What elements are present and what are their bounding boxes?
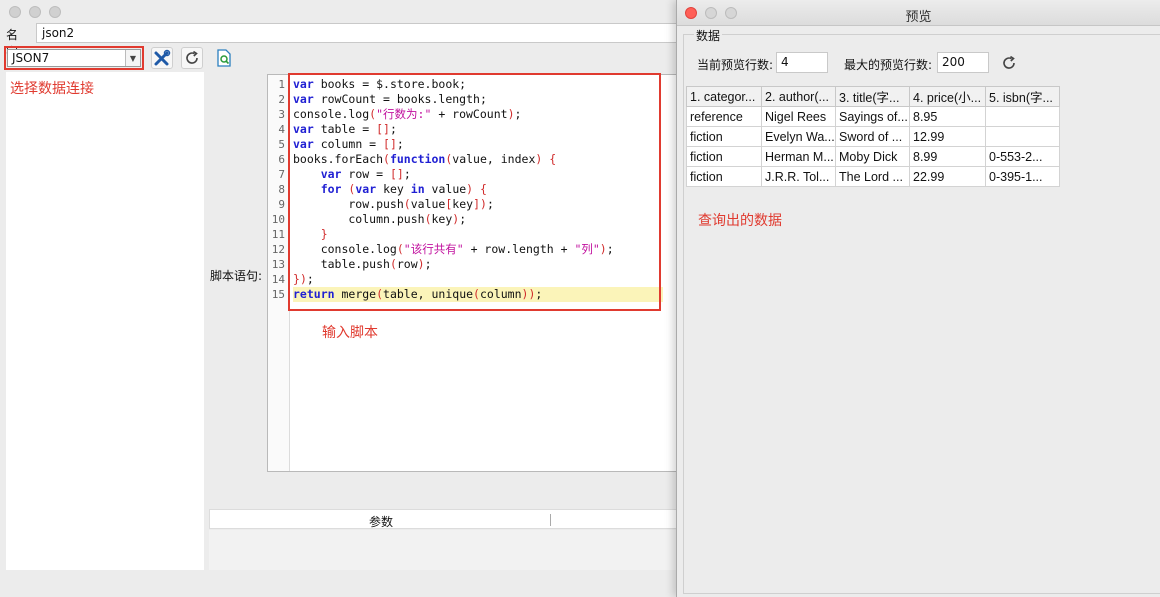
- line-number: 5: [278, 138, 285, 151]
- line-number: 13: [271, 258, 285, 271]
- line-number: 3: [278, 108, 285, 121]
- line-number: 12: [271, 243, 285, 256]
- params-table-body: [209, 530, 679, 570]
- chevron-down-icon[interactable]: ▼: [125, 50, 140, 66]
- connection-select-value: JSON7: [12, 51, 50, 65]
- refresh-preview-button[interactable]: [999, 53, 1019, 73]
- table-row[interactable]: fiction J.R.R. Tol... The Lord ... 22.99 0-3…: [686, 166, 1060, 187]
- window-zoom-button[interactable]: [49, 6, 61, 18]
- table-cell[interactable]: Evelyn Wa...: [761, 126, 836, 147]
- column-header[interactable]: 4. price(小...: [909, 86, 986, 107]
- table-cell[interactable]: Sayings of...: [835, 106, 910, 127]
- table-header-row: 1. categor... 2. author(... 3. title(字... 4…: [686, 86, 1060, 107]
- refresh-connection-button[interactable]: [181, 47, 203, 69]
- line-number: 15: [271, 288, 285, 301]
- table-cell[interactable]: 8.95: [909, 106, 986, 127]
- current-rows-label: 当前预览行数:: [697, 58, 774, 72]
- table-body: reference Nigel Rees Sayings of... 8.95 fict…: [686, 106, 1060, 187]
- window-minimize-button[interactable]: [29, 6, 41, 18]
- params-table-header: 参数: [209, 509, 679, 529]
- table-cell[interactable]: 0-395-1...: [985, 166, 1060, 187]
- table-cell[interactable]: J.R.R. Tol...: [761, 166, 836, 187]
- connection-panel: [6, 72, 204, 570]
- column-header[interactable]: 2. author(...: [761, 86, 836, 107]
- column-divider[interactable]: [550, 514, 551, 526]
- table-cell[interactable]: fiction: [686, 166, 762, 187]
- table-cell[interactable]: Moby Dick: [835, 146, 910, 167]
- annotation-query-data: 查询出的数据: [698, 213, 782, 229]
- annotation-select-connection: 选择数据连接: [10, 81, 94, 97]
- table-cell[interactable]: fiction: [686, 146, 762, 167]
- table-cell[interactable]: 22.99: [909, 166, 986, 187]
- configure-connection-button[interactable]: [151, 47, 173, 69]
- table-cell[interactable]: [985, 106, 1060, 127]
- table-cell[interactable]: Sword of ...: [835, 126, 910, 147]
- refresh-icon: [186, 50, 198, 64]
- column-header[interactable]: 1. categor...: [686, 86, 762, 107]
- table-row[interactable]: fiction Evelyn Wa... Sword of ... 12.99: [686, 126, 1060, 147]
- line-number: 6: [278, 153, 285, 166]
- table-cell[interactable]: 0-553-2...: [985, 146, 1060, 167]
- preview-title: 预览: [905, 10, 932, 25]
- line-number: 4: [278, 123, 285, 136]
- params-column-header: 参数: [369, 515, 394, 529]
- table-cell[interactable]: The Lord ...: [835, 166, 910, 187]
- data-group-label: 数据: [694, 27, 723, 44]
- table-row[interactable]: reference Nigel Rees Sayings of... 8.95: [686, 106, 1060, 127]
- window-close-button[interactable]: [9, 6, 21, 18]
- document-search-icon: [217, 49, 231, 67]
- connection-select-highlight: JSON7 ▼: [4, 46, 144, 70]
- line-number: 1: [278, 78, 285, 91]
- line-number: 2: [278, 93, 285, 106]
- table-cell[interactable]: 12.99: [909, 126, 986, 147]
- preview-button[interactable]: [213, 47, 235, 69]
- max-rows-label: 最大的预览行数:: [844, 58, 933, 72]
- max-rows-input[interactable]: 200: [937, 52, 989, 73]
- annotation-input-script: 输入脚本: [322, 325, 378, 341]
- preview-titlebar[interactable]: 预览: [677, 0, 1160, 26]
- connection-select[interactable]: JSON7 ▼: [7, 49, 141, 67]
- line-number: 14: [271, 273, 285, 286]
- current-rows-input[interactable]: 4: [776, 52, 828, 73]
- line-number: 8: [278, 183, 285, 196]
- table-cell[interactable]: reference: [686, 106, 762, 127]
- column-header[interactable]: 5. isbn(字...: [985, 86, 1060, 107]
- preview-window: 预览 数据 当前预览行数: 4 最大的预览行数: 200 1. categor.…: [676, 0, 1160, 597]
- line-number: 10: [271, 213, 285, 226]
- line-number: 9: [278, 198, 285, 211]
- table-cell[interactable]: fiction: [686, 126, 762, 147]
- table-cell[interactable]: 8.99: [909, 146, 986, 167]
- table-cell[interactable]: Herman M...: [761, 146, 836, 167]
- line-number: 11: [271, 228, 285, 241]
- preview-data-table: 1. categor... 2. author(... 3. title(字... 4…: [686, 86, 1060, 187]
- wrench-screwdriver-icon: [154, 49, 171, 66]
- column-header[interactable]: 3. title(字...: [835, 86, 910, 107]
- table-cell[interactable]: Nigel Rees: [761, 106, 836, 127]
- script-editor-highlight: [288, 73, 661, 311]
- script-label: 脚本语句:: [210, 269, 263, 283]
- refresh-icon: [1003, 55, 1015, 69]
- line-number-gutter: 1 2 3 4 5 6 7 8 9 10 11 12 13 14 15: [268, 75, 290, 471]
- table-row[interactable]: fiction Herman M... Moby Dick 8.99 0-553-2..…: [686, 146, 1060, 167]
- line-number: 7: [278, 168, 285, 181]
- table-cell[interactable]: [985, 126, 1060, 147]
